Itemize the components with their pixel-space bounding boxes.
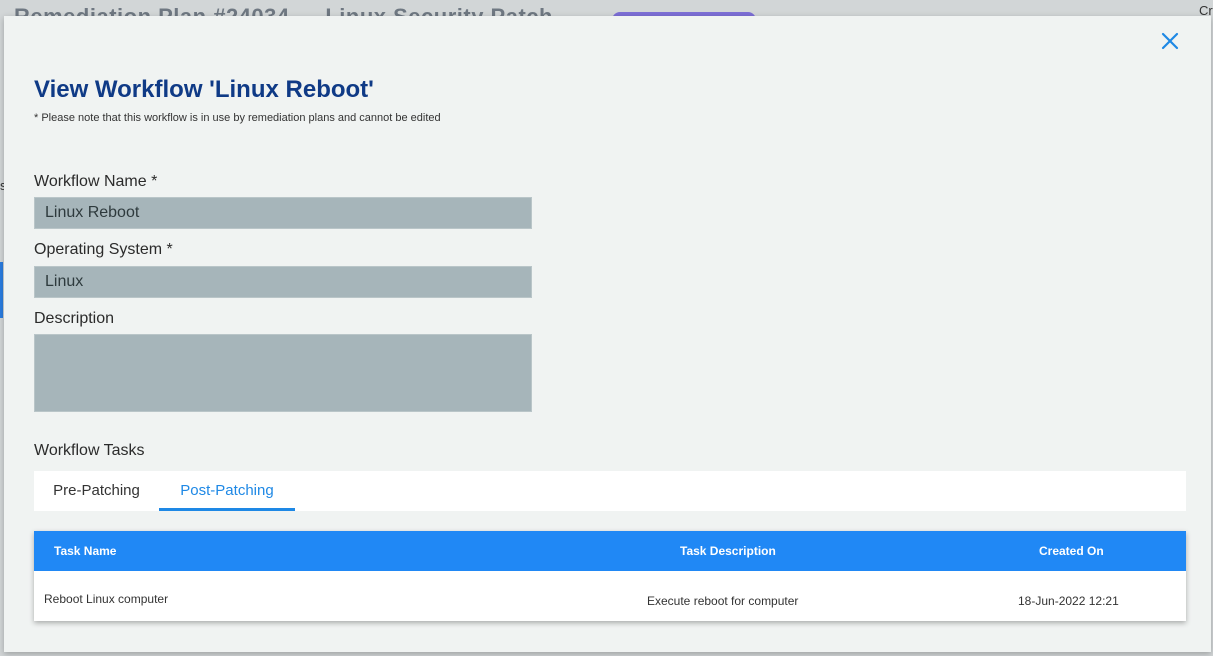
close-button[interactable] — [1159, 30, 1181, 52]
description-label: Description — [34, 310, 115, 327]
operating-system-label: Operating System * — [34, 241, 173, 258]
column-header-task-description[interactable]: Task Description — [680, 531, 776, 571]
workflow-name-label: Workflow Name * — [34, 173, 158, 190]
workflow-name-field[interactable]: Linux Reboot — [34, 197, 532, 229]
description-field[interactable] — [34, 334, 532, 412]
modal-title: View Workflow 'Linux Reboot' — [34, 76, 374, 103]
table-header-row: Task Name Task Description Created On — [34, 531, 1186, 571]
read-only-note: * Please note that this workflow is in u… — [34, 112, 441, 124]
cell-task-description: Execute reboot for computer — [647, 594, 799, 608]
column-header-task-name[interactable]: Task Name — [54, 531, 116, 571]
background-active-indicator — [0, 262, 3, 318]
cell-task-name: Reboot Linux computer — [44, 592, 169, 606]
tab-pre-patching[interactable]: Pre-Patching — [34, 471, 159, 511]
tasks-table: Task Name Task Description Created On Re… — [34, 531, 1186, 621]
workflow-tasks-label: Workflow Tasks — [34, 442, 145, 459]
workflow-tasks-tabs: Pre-Patching Post-Patching — [34, 471, 1186, 511]
view-workflow-modal: View Workflow 'Linux Reboot' * Please no… — [4, 16, 1211, 652]
operating-system-field[interactable]: Linux — [34, 266, 532, 298]
close-icon[interactable] — [1159, 30, 1181, 52]
column-header-created-on[interactable]: Created On — [1039, 531, 1104, 571]
cell-created-on: 18-Jun-2022 12:21 — [1018, 594, 1119, 608]
tab-post-patching[interactable]: Post-Patching — [159, 471, 295, 511]
